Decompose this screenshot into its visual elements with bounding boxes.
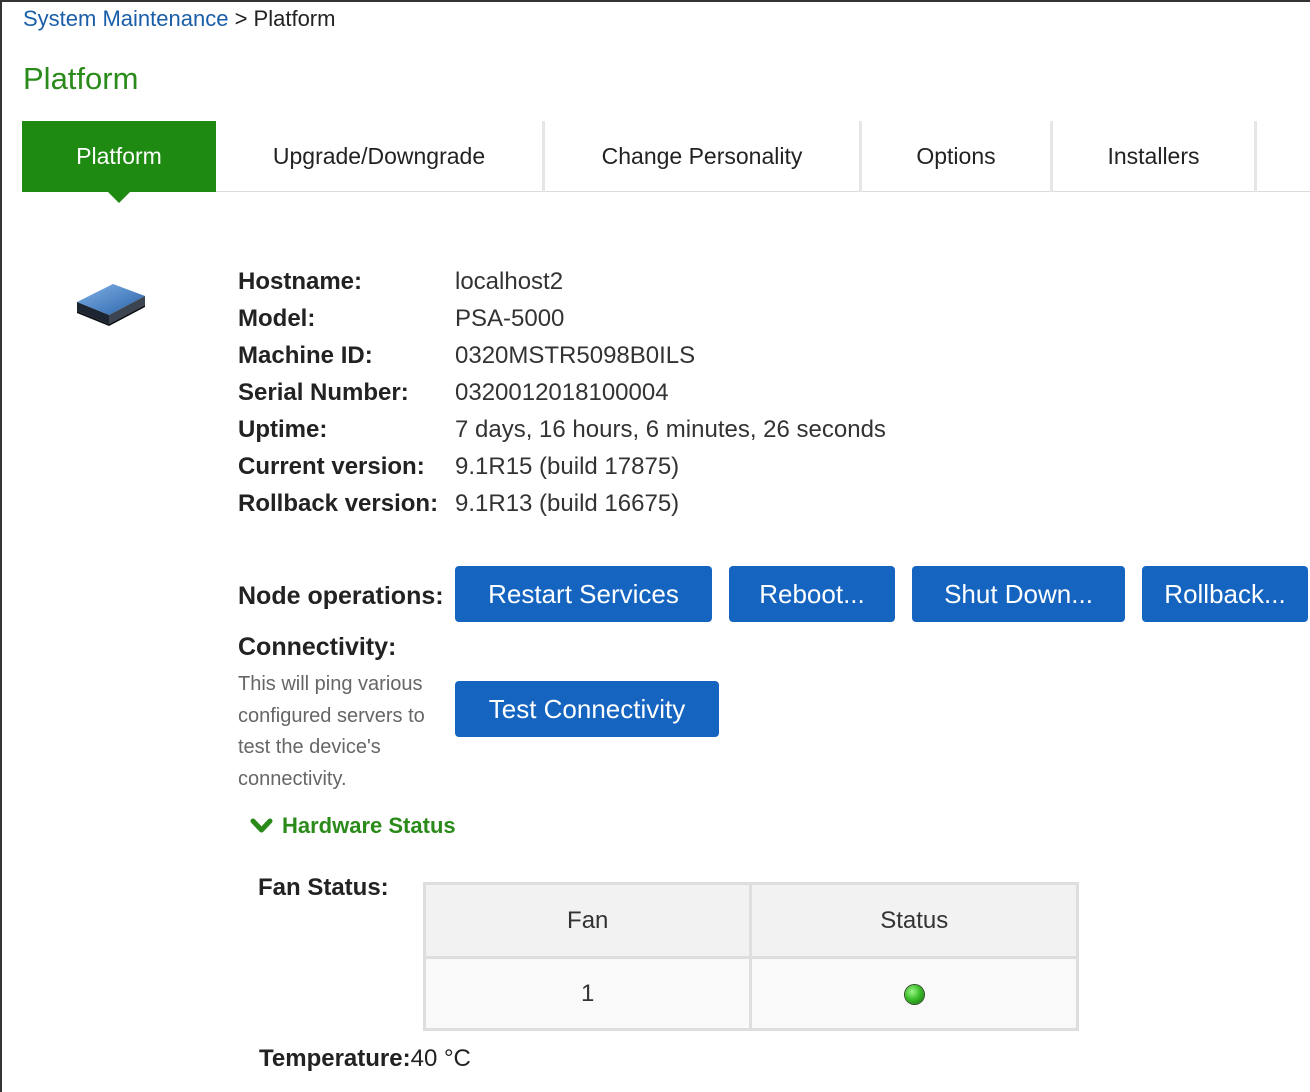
node-operations-label: Node operations: xyxy=(238,582,444,610)
temperature: Temperature:40 °C xyxy=(259,1045,471,1073)
fan-status-cell xyxy=(749,956,1079,1031)
current-version-label: Current version: xyxy=(238,453,425,480)
rollback-version-value: 9.1R13 (build 16675) xyxy=(455,490,680,517)
breadcrumb-separator: > xyxy=(234,6,248,31)
fan-status-label: Fan Status: xyxy=(258,874,389,901)
serial-number-value: 0320012018100004 xyxy=(455,379,669,406)
table-header-row: Fan Status xyxy=(422,882,1079,959)
restart-services-button[interactable]: Restart Services xyxy=(455,566,712,622)
temperature-value: 40 °C xyxy=(410,1045,471,1072)
breadcrumb: System Maintenance > Platform xyxy=(23,6,335,32)
info-row-current-version: Current version: 9.1R15 (build 17875) xyxy=(238,453,1038,489)
hardware-status-label: Hardware Status xyxy=(282,813,456,838)
rollback-button[interactable]: Rollback... xyxy=(1142,566,1308,622)
table-row: 1 xyxy=(422,956,1079,1031)
reboot-button[interactable]: Reboot... xyxy=(729,566,895,622)
serial-number-label: Serial Number: xyxy=(238,379,409,406)
connectivity-label: Connectivity: xyxy=(238,633,397,661)
model-value: PSA-5000 xyxy=(455,305,565,332)
hostname-label: Hostname: xyxy=(238,268,363,295)
machine-id-value: 0320MSTR5098B0ILS xyxy=(455,342,696,369)
column-header-fan: Fan xyxy=(422,882,753,959)
tab-bar: Platform Upgrade/Downgrade Change Person… xyxy=(22,121,1310,203)
uptime-value: 7 days, 16 hours, 6 minutes, 26 seconds xyxy=(455,416,886,443)
info-row-serial-number: Serial Number: 0320012018100004 xyxy=(238,379,1038,415)
tab-divider xyxy=(1254,121,1257,192)
info-row-machine-id: Machine ID: 0320MSTR5098B0ILS xyxy=(238,342,1038,378)
server-appliance-icon xyxy=(77,284,145,326)
rollback-version-label: Rollback version: xyxy=(238,490,439,517)
fan-status-table: Fan Status 1 xyxy=(422,882,1079,1031)
info-row-hostname: Hostname: localhost2 xyxy=(238,268,1038,304)
info-row-model: Model: PSA-5000 xyxy=(238,305,1038,341)
tab-change-personality[interactable]: Change Personality xyxy=(545,121,859,192)
page-title: Platform xyxy=(23,61,139,96)
tab-installers[interactable]: Installers xyxy=(1053,121,1254,192)
connectivity-description: This will ping various configured server… xyxy=(238,673,425,790)
status-ok-icon xyxy=(904,984,924,1004)
chevron-down-icon xyxy=(250,818,273,833)
info-row-uptime: Uptime: 7 days, 16 hours, 6 minutes, 26 … xyxy=(238,416,1038,452)
breadcrumb-system-maintenance[interactable]: System Maintenance xyxy=(23,6,228,31)
tab-platform[interactable]: Platform xyxy=(22,121,216,203)
shut-down-button[interactable]: Shut Down... xyxy=(912,566,1125,622)
test-connectivity-button[interactable]: Test Connectivity xyxy=(455,681,719,737)
column-header-status: Status xyxy=(749,882,1079,959)
info-row-rollback-version: Rollback version: 9.1R13 (build 16675) xyxy=(238,490,1038,526)
model-label: Model: xyxy=(238,305,316,332)
tab-options[interactable]: Options xyxy=(862,121,1050,192)
machine-id-label: Machine ID: xyxy=(238,342,373,369)
breadcrumb-current: Platform xyxy=(253,6,336,31)
current-version-value: 9.1R15 (build 17875) xyxy=(455,453,680,480)
hardware-status-toggle[interactable]: Hardware Status xyxy=(250,813,456,839)
tab-upgrade-downgrade[interactable]: Upgrade/Downgrade xyxy=(216,121,542,192)
hostname-value: localhost2 xyxy=(455,268,564,295)
fan-number-cell: 1 xyxy=(422,956,753,1031)
temperature-label: Temperature: xyxy=(259,1045,411,1072)
uptime-label: Uptime: xyxy=(238,416,328,443)
